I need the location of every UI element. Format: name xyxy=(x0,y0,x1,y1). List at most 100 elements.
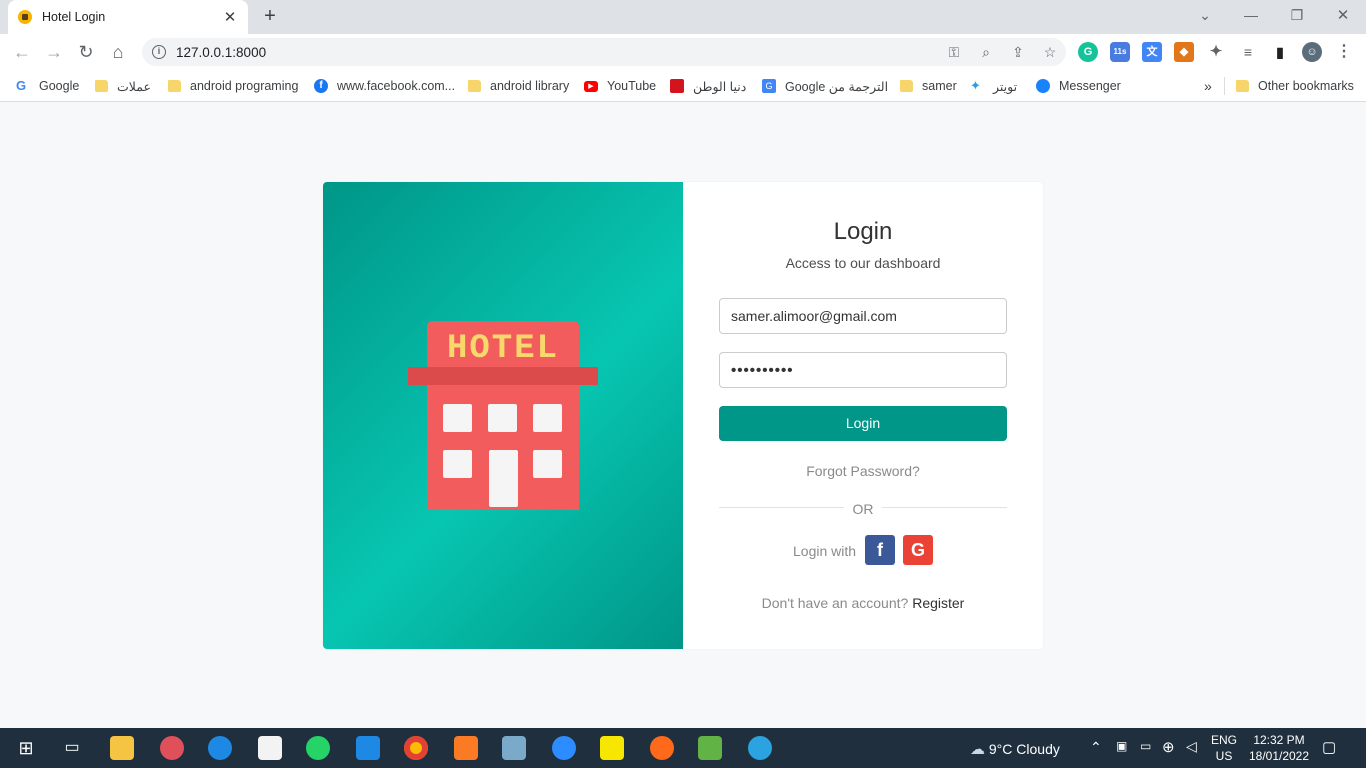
language-indicator[interactable]: ENG US xyxy=(1208,732,1240,764)
file-explorer-icon[interactable] xyxy=(110,736,134,760)
bookmark-google-translate[interactable]: G Google الترجمة من xyxy=(762,76,888,96)
hotel-favicon-icon xyxy=(18,10,32,24)
bookmarks-overflow-button[interactable]: » xyxy=(1204,76,1212,96)
new-tab-button[interactable]: + xyxy=(258,4,282,28)
facebook-login-button[interactable]: f xyxy=(865,535,895,565)
chrome-icon[interactable] xyxy=(404,736,428,760)
whatsapp-icon[interactable] xyxy=(306,736,330,760)
tab-title: Hotel Login xyxy=(42,10,106,24)
task-view-icon[interactable]: ▭ xyxy=(60,736,84,760)
url-text: 127.0.0.1:8000 xyxy=(176,44,267,60)
dunya-icon xyxy=(670,79,684,93)
bookmark-youtube[interactable]: ▶ YouTube xyxy=(584,76,656,96)
browser-toolbar: ← → ↻ ⌂ i 127.0.0.1:8000 ⚿ ⌕ ⇪ ☆ G 11s 文… xyxy=(0,34,1366,70)
bookmark-label: android programing xyxy=(190,79,299,93)
forward-button[interactable]: → xyxy=(42,40,66,64)
time-text: 12:32 PM xyxy=(1253,733,1305,747)
close-window-button[interactable]: ✕ xyxy=(1320,0,1366,30)
timer-extension-icon[interactable]: 11s xyxy=(1110,42,1130,62)
telegram-icon[interactable] xyxy=(748,736,772,760)
tab-strip: Hotel Login ✕ + ⌄ — ❐ ✕ xyxy=(0,0,1366,34)
bookmark-star-icon[interactable]: ☆ xyxy=(1034,44,1066,61)
bookmark-folder-android-library[interactable]: android library xyxy=(468,76,569,96)
register-link[interactable]: Register xyxy=(912,595,964,611)
register-prompt: Don't have an account? Register xyxy=(683,595,1043,611)
bookmark-messenger[interactable]: Messenger xyxy=(1036,76,1121,96)
arrows-app-icon[interactable] xyxy=(698,736,722,760)
tray-chevron-icon[interactable]: ⌃ xyxy=(1090,739,1102,756)
clock[interactable]: 12:32 PM 18/01/2022 xyxy=(1244,732,1314,764)
browser-tab[interactable]: Hotel Login ✕ xyxy=(8,0,248,34)
sticky-notes-icon[interactable] xyxy=(600,736,624,760)
battery-icon[interactable]: ▭ xyxy=(1140,739,1151,753)
page-content: HOTEL Login Access to our dashboard same… xyxy=(0,103,1366,728)
home-button[interactable]: ⌂ xyxy=(106,40,130,64)
start-windows-icon[interactable]: ⊞ xyxy=(14,736,38,760)
network-icon[interactable]: ⊕ xyxy=(1162,738,1175,756)
language-text: ENG xyxy=(1210,733,1237,747)
restore-button[interactable]: ❐ xyxy=(1274,0,1320,30)
store-icon[interactable] xyxy=(258,736,282,760)
menu-kebab-icon[interactable]: ⋮ xyxy=(1334,42,1354,62)
folder-icon xyxy=(168,80,181,92)
login-button[interactable]: Login xyxy=(719,406,1007,441)
key-icon[interactable]: ⚿ xyxy=(938,44,970,61)
bookmark-twitter[interactable]: ✦ تويتر xyxy=(970,76,1017,96)
tray-camera-icon[interactable]: ▣ xyxy=(1116,739,1127,753)
bookmark-label: samer xyxy=(922,79,957,93)
metamask-icon[interactable]: ◆ xyxy=(1174,42,1194,62)
volume-icon[interactable]: ◁ xyxy=(1186,738,1197,755)
login-card: HOTEL Login Access to our dashboard same… xyxy=(323,182,1043,649)
or-label: OR xyxy=(852,501,874,517)
minimize-button[interactable]: — xyxy=(1228,0,1274,30)
reload-button[interactable]: ↻ xyxy=(74,40,98,64)
notifications-icon[interactable]: ▢ xyxy=(1322,738,1336,756)
share-icon[interactable]: ⇪ xyxy=(1002,44,1034,61)
bookmarks-bar: G Google عملات android programing f www.… xyxy=(0,70,1366,102)
email-field[interactable]: samer.alimoor@gmail.com xyxy=(719,298,1007,334)
vscode-icon[interactable] xyxy=(356,736,380,760)
other-bookmarks-folder[interactable]: Other bookmarks xyxy=(1236,76,1354,96)
back-button[interactable]: ← xyxy=(10,40,34,64)
bookmarks-divider xyxy=(1224,77,1225,95)
google-login-button[interactable]: G xyxy=(903,535,933,565)
bookmark-dunya-alwatan[interactable]: دنيا الوطن xyxy=(670,76,746,96)
word-app-icon[interactable] xyxy=(208,736,232,760)
bookmark-google[interactable]: G Google xyxy=(16,76,79,96)
tab-search-chevron-icon[interactable]: ⌄ xyxy=(1182,0,1228,30)
translate-icon: G xyxy=(762,79,776,93)
google-icon: G xyxy=(16,78,27,93)
notepad-icon[interactable] xyxy=(502,736,526,760)
bookmark-label: www.facebook.com... xyxy=(337,79,456,93)
twitter-icon: ✦ xyxy=(970,78,981,93)
extensions-puzzle-icon[interactable]: ✦ xyxy=(1206,42,1226,62)
hotel-sign-text: HOTEL xyxy=(447,330,559,368)
xampp-icon[interactable] xyxy=(454,736,478,760)
weather-widget[interactable]: ☁ 9°C Cloudy xyxy=(970,740,1060,758)
bookmark-label: YouTube xyxy=(607,79,657,93)
login-with-label: Login with xyxy=(793,543,857,559)
bookmark-label: دنيا الوطن xyxy=(693,79,747,94)
bookmark-folder-android-programing[interactable]: android programing xyxy=(168,76,298,96)
zoom-icon[interactable]: ⌕ xyxy=(970,44,1002,61)
bookmark-folder-samer[interactable]: samer xyxy=(900,76,957,96)
grammarly-icon[interactable]: G xyxy=(1078,42,1098,62)
address-bar[interactable]: i 127.0.0.1:8000 ⚿ ⌕ ⇪ ☆ xyxy=(142,38,1066,66)
password-field[interactable]: •••••••••• xyxy=(719,352,1007,388)
site-info-icon[interactable]: i xyxy=(152,45,166,59)
login-title: Login xyxy=(833,218,893,245)
paint-app-icon[interactable] xyxy=(160,736,184,760)
folder-icon xyxy=(95,80,108,92)
close-tab-icon[interactable]: ✕ xyxy=(222,8,238,26)
region-text: US xyxy=(1215,749,1233,763)
windows-taskbar: ⊞ ▭ ☁ 9°C Cloudy ⌃ ▣ ▭ ⊕ ◁ ENG US 12:32 … xyxy=(0,728,1366,768)
reading-list-icon[interactable]: ≡ xyxy=(1238,42,1258,62)
profile-avatar[interactable]: ☺ xyxy=(1302,42,1322,62)
zoom-app-icon[interactable] xyxy=(552,736,576,760)
bookmark-facebook[interactable]: f www.facebook.com... xyxy=(314,76,455,96)
postman-icon[interactable] xyxy=(650,736,674,760)
bookmark-folder-3umlat[interactable]: عملات xyxy=(95,76,151,96)
forgot-password-link[interactable]: Forgot Password? xyxy=(683,463,1043,479)
translate-extension-icon[interactable]: 文 xyxy=(1142,42,1162,62)
side-panel-icon[interactable]: ▮ xyxy=(1270,42,1290,62)
